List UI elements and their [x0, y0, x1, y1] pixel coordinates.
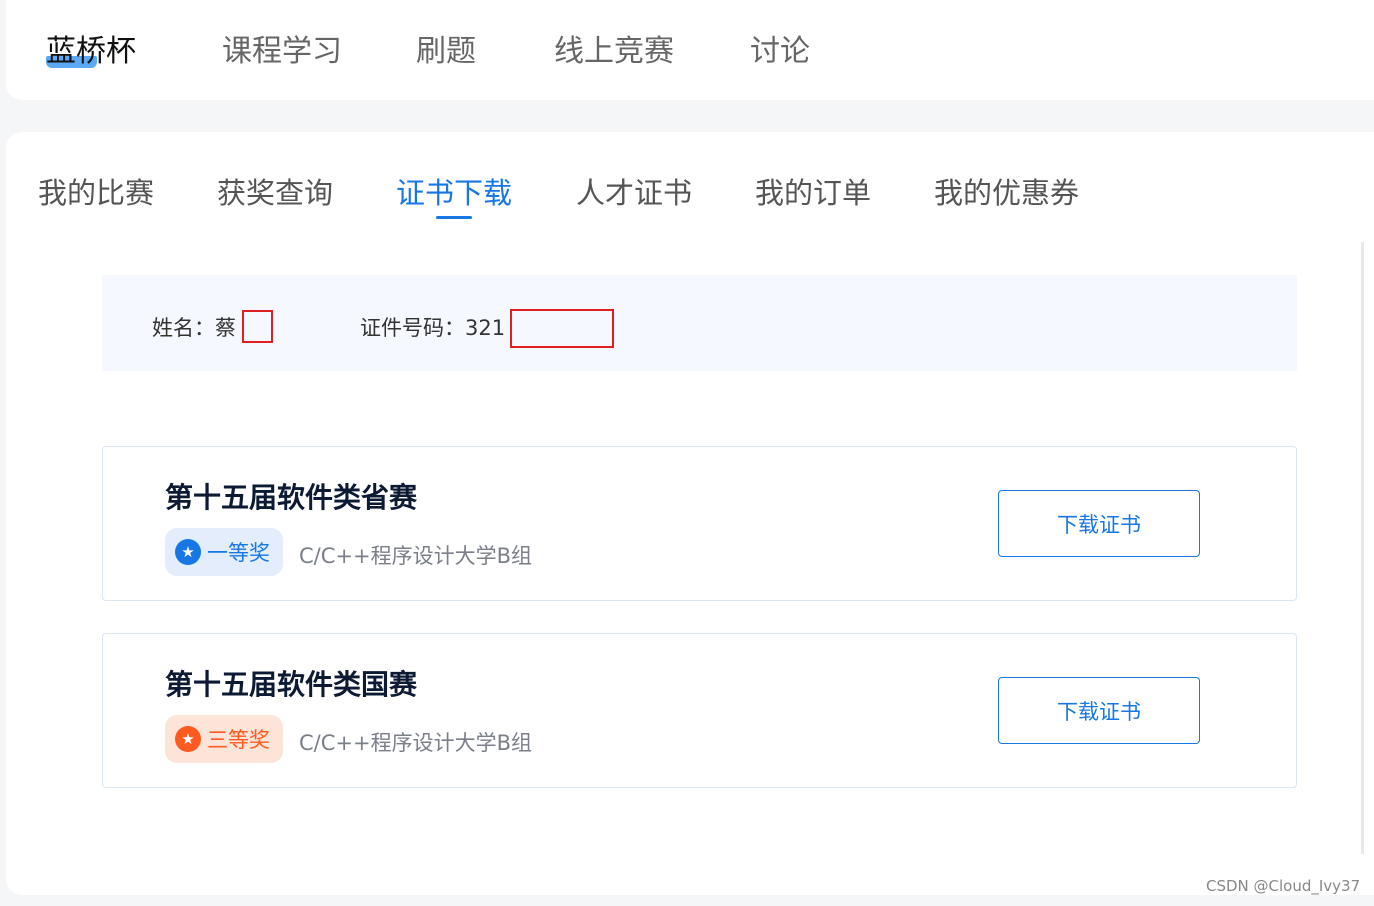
star-medal-icon: ★ [175, 539, 201, 565]
nav-item-lanqiao[interactable]: 蓝桥杯 [46, 26, 136, 70]
tab-award-query[interactable]: 获奖查询 [217, 170, 333, 212]
download-certificate-button[interactable]: 下载证书 [998, 677, 1200, 744]
award-label: 一等奖 [207, 541, 270, 565]
tab-my-coupons[interactable]: 我的优惠券 [934, 170, 1079, 212]
nav-item-online-contest[interactable]: 线上竞赛 [554, 26, 674, 70]
nav-item-courses[interactable]: 课程学习 [222, 26, 342, 70]
name-redaction-box [242, 310, 273, 343]
star-medal-icon: ★ [175, 726, 201, 752]
contest-title: 第十五届软件类省赛 [165, 481, 418, 514]
id-redaction-box [510, 309, 614, 348]
id-number-label: 证件号码：321 [360, 316, 506, 340]
tab-talent-certificate[interactable]: 人才证书 [576, 170, 692, 212]
scrollbar[interactable] [1361, 242, 1364, 854]
tab-my-orders[interactable]: 我的订单 [755, 170, 871, 212]
tab-certificate-download[interactable]: 证书下载 [396, 170, 512, 212]
contest-category: C/C++程序设计大学B组 [299, 731, 532, 755]
award-badge: ★ 一等奖 [165, 528, 283, 576]
certificate-card: 第十五届软件类省赛 ★ 一等奖 C/C++程序设计大学B组 下载证书 [102, 446, 1297, 601]
award-label: 三等奖 [207, 728, 270, 752]
award-badge: ★ 三等奖 [165, 715, 283, 763]
user-info-box: 姓名：蔡 证件号码：321 [102, 275, 1297, 371]
certificate-card: 第十五届软件类国赛 ★ 三等奖 C/C++程序设计大学B组 下载证书 [102, 633, 1297, 788]
active-tab-indicator [436, 216, 472, 219]
contest-title: 第十五届软件类国赛 [165, 668, 418, 701]
nav-item-discussion[interactable]: 讨论 [750, 26, 810, 70]
watermark: CSDN @Cloud_Ivy37 [1206, 877, 1361, 895]
main-panel: 我的比赛 获奖查询 证书下载 人才证书 我的订单 我的优惠券 姓名：蔡 证件号码… [6, 132, 1374, 895]
nav-item-practice[interactable]: 刷题 [416, 26, 476, 70]
name-label: 姓名：蔡 [152, 316, 236, 340]
contest-category: C/C++程序设计大学B组 [299, 544, 532, 568]
top-navigation: 蓝桥杯 课程学习 刷题 线上竞赛 讨论 [6, 0, 1374, 100]
download-certificate-button[interactable]: 下载证书 [998, 490, 1200, 557]
tab-my-contests[interactable]: 我的比赛 [38, 170, 154, 212]
